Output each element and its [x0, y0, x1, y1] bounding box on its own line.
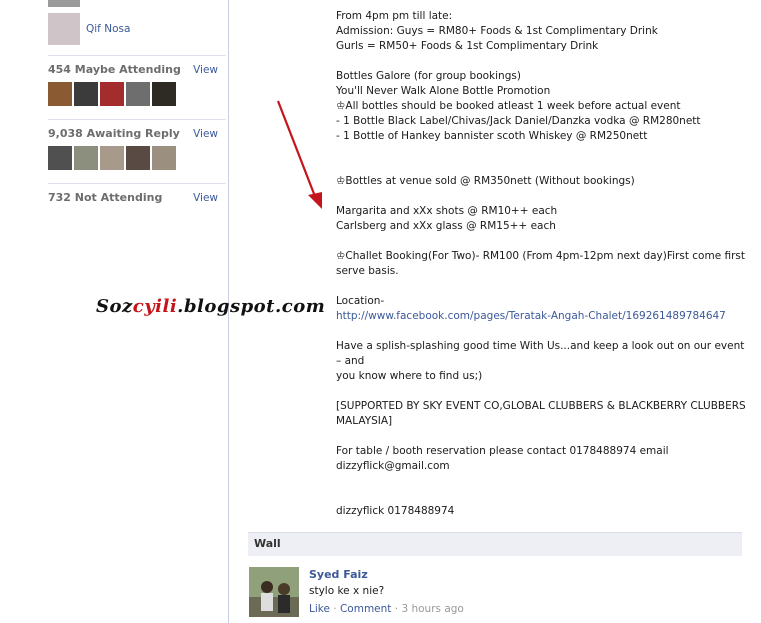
details-line: ♔Bottles at venue sold @ RM350nett (With… [336, 175, 635, 187]
details-line: Bottles Galore (for group bookings) [336, 70, 521, 82]
details-line [336, 54, 746, 69]
not-attending-section: 732 Not Attending View [48, 183, 226, 204]
avatar[interactable] [100, 82, 124, 106]
attending-person: Qif Nosa [48, 13, 130, 45]
details-line: ♔All bottles should be booked atleast 1 … [336, 100, 681, 112]
avatar[interactable] [48, 82, 72, 106]
avatar[interactable] [74, 146, 98, 170]
details-line: Margarita and xXx shots @ RM10++ each [336, 205, 558, 217]
details-line: - 1 Bottle of Hankey bannister scoth Whi… [336, 130, 648, 142]
details-line [336, 189, 746, 204]
view-link[interactable]: View [193, 128, 218, 140]
avatar[interactable] [126, 146, 150, 170]
attendee-photo-partial[interactable] [48, 0, 80, 7]
section-title: 454 Maybe Attending [48, 63, 181, 76]
event-details: From 4pm pm till late: Admission: Guys = … [336, 9, 746, 549]
avatar[interactable] [152, 82, 176, 106]
details-text-block: From 4pm pm till late: Admission: Guys = … [336, 9, 746, 309]
wall-title: Wall [254, 537, 281, 550]
maybe-attending-section: 454 Maybe Attending View [48, 55, 226, 106]
details-line [336, 144, 746, 159]
location-link[interactable]: http://www.facebook.com/pages/Teratak-An… [336, 310, 726, 322]
avatar[interactable] [48, 146, 72, 170]
details-line: serve basis. [336, 265, 399, 277]
view-link[interactable]: View [193, 64, 218, 76]
details-line: Location- [336, 295, 385, 307]
details-line: Carlsberg and xXx glass @ RM15++ each [336, 220, 556, 232]
avatar[interactable] [126, 82, 150, 106]
details-line [336, 159, 746, 174]
details-line [336, 279, 746, 294]
details-line: dizzyflick 0178488974 [336, 505, 455, 517]
avatar[interactable] [74, 82, 98, 106]
post-author-link[interactable]: Syed Faiz [309, 568, 368, 581]
details-line: you know where to find us;) [336, 370, 483, 382]
avatar[interactable] [48, 13, 80, 45]
details-line: ♔Challet Booking(For Two)- RM100 (From 4… [336, 250, 746, 262]
details-line: - 1 Bottle Black Label/Chivas/Jack Danie… [336, 115, 701, 127]
blog-watermark: Sozcyili.blogspot.com [96, 296, 326, 317]
section-title: 732 Not Attending [48, 191, 163, 204]
details-line: Admission: Guys = RM80+ Foods & 1st Comp… [336, 25, 658, 37]
annotation-arrow [276, 100, 322, 209]
person-name-link[interactable]: Qif Nosa [86, 23, 130, 35]
avatar[interactable] [249, 567, 299, 617]
comment-link[interactable]: Comment [340, 603, 391, 615]
details-line [336, 429, 746, 444]
post-actions: Like · Comment · 3 hours ago [309, 603, 464, 615]
awaiting-reply-section: 9,038 Awaiting Reply View [48, 119, 226, 170]
view-link[interactable]: View [193, 192, 218, 204]
attendee-thumbnails [48, 82, 226, 106]
details-line: You'll Never Walk Alone Bottle Promotion [336, 85, 551, 97]
details-line: [SUPPORTED BY SKY EVENT CO,GLOBAL CLUBBE… [336, 400, 746, 412]
wall-header: Wall [248, 532, 742, 556]
details-line [336, 489, 746, 504]
post-timestamp: 3 hours ago [401, 603, 464, 615]
details-line: Have a splish-splashing good time With U… [336, 340, 748, 367]
details-line [336, 324, 746, 339]
details-line: MALAYSIA] [336, 415, 393, 427]
details-line: From 4pm pm till late: [336, 10, 453, 22]
like-link[interactable]: Like [309, 603, 330, 615]
details-line: Gurls = RM50+ Foods & 1st Complimentary … [336, 40, 599, 52]
avatar[interactable] [152, 146, 176, 170]
event-page: Qif Nosa 454 Maybe Attending View 9,038 … [0, 0, 761, 623]
details-text-block-2: Have a splish-splashing good time With U… [336, 324, 746, 549]
attendee-thumbnails [48, 146, 226, 170]
details-line: For table / booth reservation please con… [336, 445, 672, 472]
wall-post: Syed Faiz stylo ke x nie? Like · Comment… [248, 567, 742, 623]
avatar[interactable] [100, 146, 124, 170]
details-line [336, 234, 746, 249]
post-text: stylo ke x nie? [309, 585, 385, 597]
section-title: 9,038 Awaiting Reply [48, 127, 180, 140]
details-line [336, 384, 746, 399]
details-line [336, 474, 746, 489]
